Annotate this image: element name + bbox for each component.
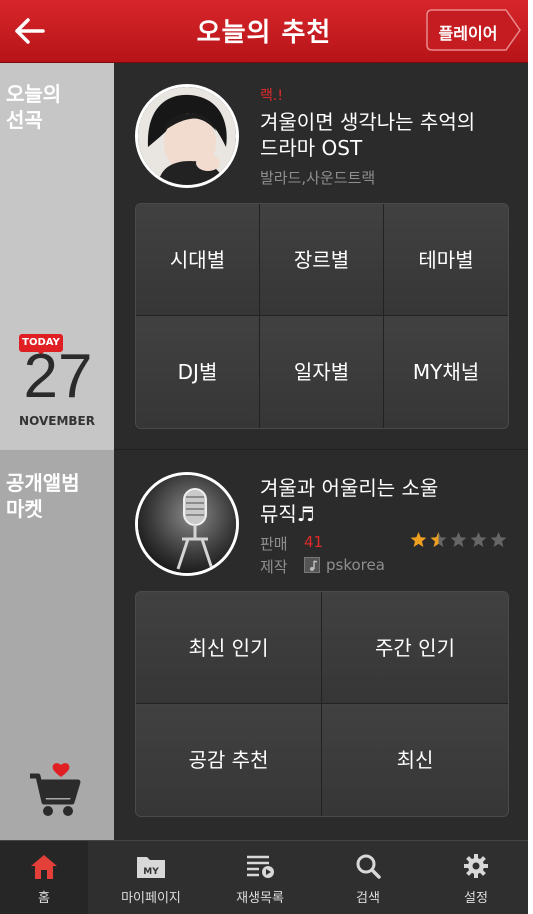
sales-label: 판매 <box>260 535 288 553</box>
search-icon <box>356 854 381 879</box>
svg-text:MY: MY <box>143 867 159 877</box>
playlist-icon <box>247 855 274 878</box>
category-dj-button[interactable]: DJ별 <box>136 316 260 428</box>
nav-playlist-label: 재생목록 <box>236 891 284 906</box>
pick-category-grid: 시대별 장르별 테마별 DJ별 일자별 MY채널 <box>135 203 509 429</box>
category-theme-button[interactable]: 테마별 <box>384 204 508 316</box>
dj-portrait-image <box>138 87 236 185</box>
latest-popular-button[interactable]: 최신 인기 <box>136 592 322 704</box>
album-category-grid: 최신 인기 주간 인기 공감 추천 최신 <box>135 591 509 817</box>
nav-home[interactable]: 홈 <box>0 841 88 914</box>
album-market-label-1: 공개앨범 <box>6 471 80 495</box>
nav-settings-label: 설정 <box>464 891 488 906</box>
microphone-image <box>138 475 236 573</box>
star-2 <box>430 532 447 547</box>
category-my-channel-button[interactable]: MY채널 <box>384 316 508 428</box>
nav-settings[interactable]: 설정 <box>428 841 524 914</box>
category-era-button[interactable]: 시대별 <box>136 204 260 316</box>
pick-title-line2[interactable]: 드라마 OST <box>260 135 362 162</box>
pick-tag: 랙.! <box>260 88 283 104</box>
album-cover[interactable] <box>135 472 239 576</box>
nav-home-label: 홈 <box>38 891 50 906</box>
pick-title-line1[interactable]: 겨울이면 생각나는 추억의 <box>260 109 475 136</box>
star-1 <box>410 532 427 547</box>
bottom-nav: 홈 MY 마이페이지 재생목록 검색 설정 <box>0 840 528 914</box>
gear-icon <box>464 854 488 878</box>
nav-search[interactable]: 검색 <box>320 841 416 914</box>
maker-label: 제작 <box>260 558 288 576</box>
my-folder-icon: MY <box>137 857 165 878</box>
today-pick-label-1: 오늘의 <box>6 82 62 106</box>
nav-search-label: 검색 <box>356 891 380 906</box>
today-pick-label-2: 선곡 <box>6 108 43 132</box>
nav-playlist[interactable]: 재생목록 <box>212 841 308 914</box>
pick-avatar[interactable] <box>135 84 239 188</box>
album-title-line2[interactable]: 뮤직♬ <box>260 501 315 528</box>
top-bar: 오늘의 추천 플레이어 <box>0 0 528 63</box>
album-title-line1[interactable]: 겨울과 어울리는 소울 <box>260 475 438 502</box>
maker-music-icon <box>304 557 320 573</box>
nav-mypage-label: 마이페이지 <box>121 891 181 906</box>
nav-mypage[interactable]: MY 마이페이지 <box>103 841 199 914</box>
home-icon <box>31 855 57 879</box>
maker-name: pskorea <box>326 556 385 574</box>
app-screen: 오늘의 추천 플레이어 오늘의 선곡 TODAY 27 NOVEMBER 공개앨… <box>0 0 528 914</box>
category-genre-button[interactable]: 장르별 <box>260 204 384 316</box>
player-button-label: 플레이어 <box>438 24 498 43</box>
star-5 <box>490 532 507 547</box>
rating-stars <box>410 532 507 547</box>
pick-genres: 발라드,사운드트랙 <box>260 169 376 187</box>
star-3 <box>450 532 467 547</box>
date-day: 27 <box>23 342 93 411</box>
weekly-popular-button[interactable]: 주간 인기 <box>322 592 508 704</box>
sales-count: 41 <box>304 533 324 551</box>
main-content: 랙.! 겨울이면 생각나는 추억의 드라마 OST 발라드,사운드트랙 시대별 … <box>114 63 528 840</box>
album-market-label-2: 마켓 <box>6 497 43 521</box>
date-month: NOVEMBER <box>19 414 95 428</box>
empathy-recommend-button[interactable]: 공감 추천 <box>136 704 322 816</box>
category-date-button[interactable]: 일자별 <box>260 316 384 428</box>
section-divider <box>114 449 528 450</box>
star-4 <box>470 532 487 547</box>
newest-button[interactable]: 최신 <box>322 704 508 816</box>
cart-heart-icon[interactable] <box>28 762 82 822</box>
player-button[interactable]: 플레이어 <box>426 9 522 51</box>
